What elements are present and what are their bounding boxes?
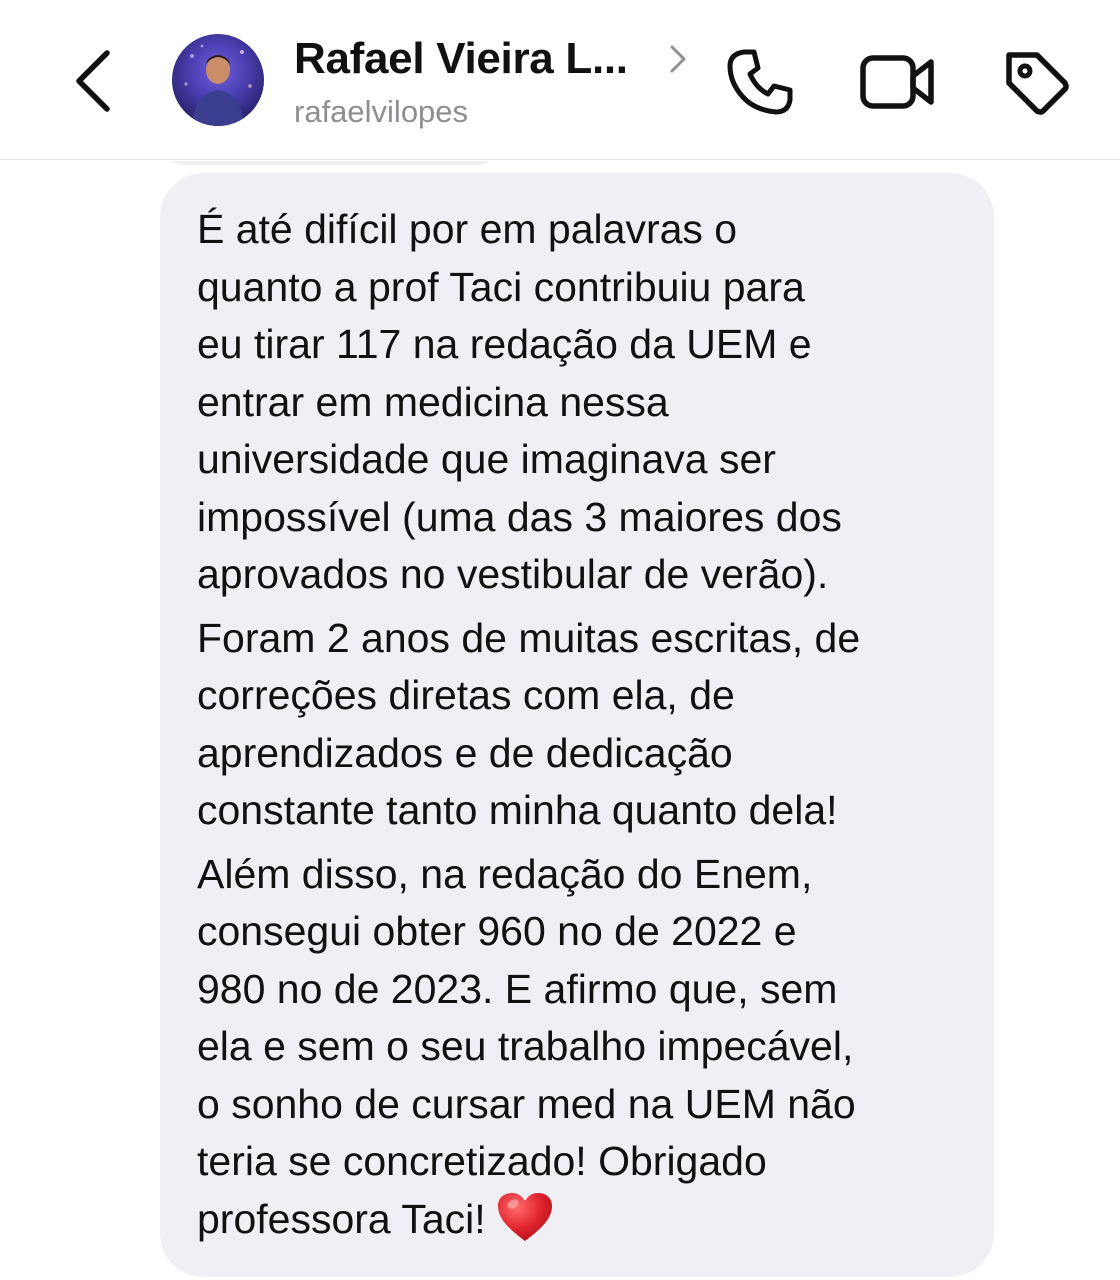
message-line: Foram 2 anos de muitas escritas, de [197,614,861,661]
message-line-last: professora Taci! [197,1191,964,1249]
tag-button[interactable] [998,44,1074,120]
message-line: teria se concretizado! Obrigado [197,1138,767,1184]
contact-name[interactable]: Rafael Vieira L... [294,34,628,84]
contact-username: rafaelvilopes [294,94,469,129]
heart-emoji [497,1192,552,1241]
conversation-thread[interactable]: É até difícil por em palavras o quanto a… [0,161,1120,1280]
message-line: aprovados no vestibular de verão). [197,551,829,597]
message-line: o sonho de cursar med na UEM não [197,1080,856,1127]
message-line-text: professora Taci! [197,1195,486,1242]
message-line: É até difícil por em palavras o [197,206,738,252]
message-paragraph: É até difícil por em palavras o quanto a… [197,201,964,604]
tag-icon [1006,52,1069,115]
avatar-photo [184,44,252,126]
message-bubble[interactable]: É até difícil por em palavras o quanto a… [160,173,994,1277]
message-line: universidade que imaginava ser [197,436,776,482]
message-line: Além disso, na redação do Enem, [197,850,813,897]
message-line: consegui obter 960 no de 2022 e [197,908,797,954]
message-line: correções diretas com ela, de [197,672,735,718]
back-button[interactable] [60,44,126,118]
message-line: impossível (uma das 3 maiores dos [197,493,842,540]
message-text: É até difícil por em palavras o quanto a… [197,201,964,1248]
video-call-button[interactable] [858,44,938,120]
chat-header: Rafael Vieira L... rafaelvilopes [0,0,1120,160]
call-button[interactable] [722,44,798,120]
video-camera-icon [860,55,934,109]
message-line: quanto a prof Taci contribuiu para [197,263,805,310]
message-paragraph: Além disso, na redação do Enem, consegui… [197,846,964,1249]
chevron-right-icon[interactable] [664,42,692,76]
previous-message-bubble [160,161,500,165]
message-paragraph: Foram 2 anos de muitas escritas, de corr… [197,610,964,840]
message-line: eu tirar 117 na redação da UEM e [197,321,812,367]
message-line: ela e sem o seu trabalho impecável, [197,1023,854,1069]
message-line: aprendizados e de dedicação [197,729,733,776]
phone-icon [727,49,793,115]
message-line: constante tanto minha quanto dela! [197,787,838,833]
avatar[interactable] [172,34,264,126]
message-line: 980 no de 2023. E afirmo que, sem [197,965,838,1012]
message-line: entrar em medicina nessa [197,378,669,425]
dm-screen: Rafael Vieira L... rafaelvilopes É até d… [0,0,1120,1280]
chevron-left-icon [76,50,110,112]
